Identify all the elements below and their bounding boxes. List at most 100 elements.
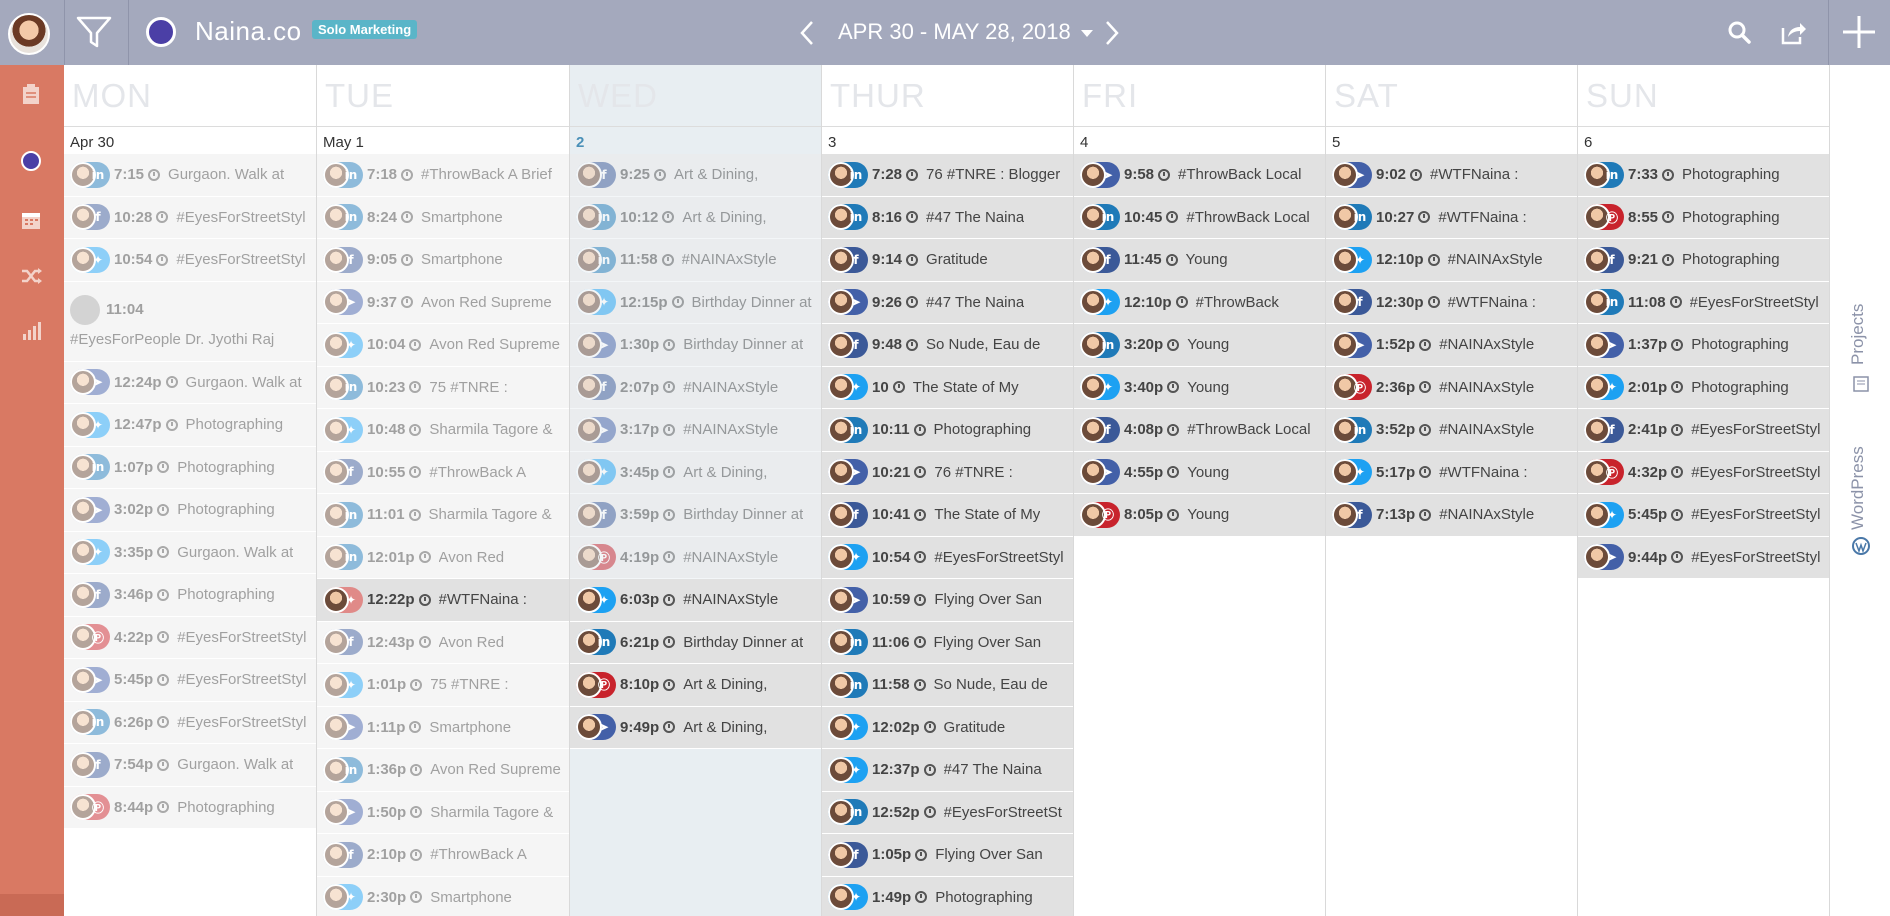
day-column-tue[interactable]: TUE May 1 in 7:18 #ThrowBack A Brief in 8:24 Sm… xyxy=(317,65,570,916)
scheduled-post[interactable]: in 7:33 Photographing xyxy=(1578,154,1829,197)
scheduled-post[interactable]: ✦ 3:40p Young xyxy=(1074,366,1325,409)
wordpress-tab[interactable]: WordPress xyxy=(1836,365,1884,565)
scheduled-post[interactable]: in 7:28 76 #TNRE : Blogger xyxy=(822,154,1073,197)
scheduled-post[interactable]: ➤ 3:02p Photographing xyxy=(64,489,316,532)
scheduled-post[interactable]: Ⓟ 4:32p #EyesForStreetStyl xyxy=(1578,451,1829,494)
day-column-fri[interactable]: FRI 4 ➤ 9:58 #ThrowBack Local in 10:45 #ThrowBa… xyxy=(1074,65,1326,916)
scheduled-post[interactable]: f 7:13p #NAINAxStyle xyxy=(1326,494,1577,537)
scheduled-post[interactable]: f 7:54p Gurgaon. Walk at xyxy=(64,744,316,787)
scheduled-post[interactable]: ➤ 10:21 76 #TNRE : xyxy=(822,451,1073,494)
scheduled-post[interactable]: ➤ 9:26 #47 The Naina xyxy=(822,281,1073,324)
scheduled-post[interactable]: Ⓟ 2:36p #NAINAxStyle xyxy=(1326,366,1577,409)
brand-circle-icon[interactable] xyxy=(16,146,46,176)
help-tab[interactable] xyxy=(0,894,64,916)
scheduled-post[interactable]: in 8:24 Smartphone xyxy=(317,196,569,239)
scheduled-post[interactable]: in 11:58 #NAINAxStyle xyxy=(570,239,821,282)
day-column-mon[interactable]: MON Apr 30 in 7:15 Gurgaon. Walk at f 10:28 #Ey… xyxy=(64,65,317,916)
scheduled-post[interactable]: f 2:10p #ThrowBack A xyxy=(317,834,569,877)
scheduled-post[interactable]: in 6:21p Birthday Dinner at xyxy=(570,621,821,664)
scheduled-post[interactable]: ✦ 1:01p 75 #TNRE : xyxy=(317,664,569,707)
scheduled-post[interactable]: ➤ 4:55p Young xyxy=(1074,451,1325,494)
scheduled-post[interactable]: in 7:15 Gurgaon. Walk at xyxy=(64,154,316,197)
avatar[interactable] xyxy=(8,13,50,55)
scheduled-post[interactable]: ➤ 9:58 #ThrowBack Local xyxy=(1074,154,1325,197)
scheduled-post[interactable]: f 9:21 Photographing xyxy=(1578,239,1829,282)
scheduled-post[interactable]: in 11:06 Flying Over San xyxy=(822,621,1073,664)
scheduled-post[interactable]: ➤ 9:44p #EyesForStreetStyl xyxy=(1578,536,1829,579)
scheduled-post[interactable]: f 3:59p Birthday Dinner at xyxy=(570,494,821,537)
scheduled-post[interactable]: ✦ 12:10p #ThrowBack xyxy=(1074,281,1325,324)
filter-icon[interactable] xyxy=(74,14,114,50)
scheduled-post[interactable]: Ⓟ 8:05p Young xyxy=(1074,494,1325,537)
scheduled-post[interactable]: in 10:23 75 #TNRE : xyxy=(317,366,569,409)
scheduled-post[interactable]: in 7:18 #ThrowBack A Brief xyxy=(317,154,569,197)
scheduled-post[interactable]: ✦ 10:54 #EyesForStreetStyl xyxy=(64,239,316,282)
scheduled-post[interactable]: ➤ 1:37p Photographing xyxy=(1578,324,1829,367)
scheduled-post[interactable]: in 12:01p Avon Red xyxy=(317,536,569,579)
chevron-right-icon[interactable] xyxy=(1100,16,1124,50)
scheduled-post[interactable]: ✦ 1:49p Photographing xyxy=(822,876,1073,916)
scheduled-post[interactable]: Ⓟ 4:22p #EyesForStreetStyl xyxy=(64,616,316,659)
scheduled-post[interactable]: Ⓟ 8:10p Art & Dining, xyxy=(570,664,821,707)
scheduled-post[interactable]: in 11:08 #EyesForStreetStyl xyxy=(1578,281,1829,324)
scheduled-post[interactable]: Ⓟ 8:44p Photographing xyxy=(64,786,316,829)
scheduled-post[interactable]: ✦ 12:47p Photographing xyxy=(64,404,316,447)
scheduled-post[interactable]: ✦ 10:04 Avon Red Supreme xyxy=(317,324,569,367)
scheduled-post[interactable]: ✦ 10:48 Sharmila Tagore & xyxy=(317,409,569,452)
scheduled-post[interactable]: ✦ 12:10p #NAINAxStyle xyxy=(1326,239,1577,282)
scheduled-post[interactable]: f 10:41 The State of My xyxy=(822,494,1073,537)
scheduled-post[interactable]: in 11:01 Sharmila Tagore & xyxy=(317,494,569,537)
scheduled-post[interactable]: in 10:45 #ThrowBack Local xyxy=(1074,196,1325,239)
scheduled-post[interactable]: ➤ 5:45p #EyesForStreetStyl xyxy=(64,659,316,702)
scheduled-post[interactable]: ➤ 1:11p Smartphone xyxy=(317,706,569,749)
scheduled-post[interactable]: f 2:41p #EyesForStreetStyl xyxy=(1578,409,1829,452)
scheduled-post[interactable]: ✦ 10:54 #EyesForStreetStyl xyxy=(822,536,1073,579)
scheduled-post[interactable]: in 3:52p #NAINAxStyle xyxy=(1326,409,1577,452)
chevron-left-icon[interactable] xyxy=(795,16,819,50)
scheduled-post[interactable]: ✦ 12:37p #47 The Naina xyxy=(822,749,1073,792)
scheduled-post[interactable]: ➤ 9:49p Art & Dining, xyxy=(570,706,821,749)
scheduled-post[interactable]: in 10:11 Photographing xyxy=(822,409,1073,452)
scheduled-post[interactable]: f 10:28 #EyesForStreetStyl xyxy=(64,196,316,239)
scheduled-post[interactable]: f 9:25 Art & Dining, xyxy=(570,154,821,197)
scheduled-post[interactable]: ➤ 1:30p Birthday Dinner at xyxy=(570,324,821,367)
search-icon[interactable] xyxy=(1725,18,1755,48)
day-column-wed[interactable]: WED 2 f 9:25 Art & Dining, in 10:12 Art & Dinin… xyxy=(570,65,822,916)
scheduled-post[interactable]: ✦ 2:30p Smartphone xyxy=(317,876,569,916)
scheduled-post[interactable]: in 1:07p Photographing xyxy=(64,446,316,489)
scheduled-post[interactable]: ✦ 6:03p #NAINAxStyle xyxy=(570,579,821,622)
scheduled-post[interactable]: ✦ 3:35p Gurgaon. Walk at xyxy=(64,531,316,574)
scheduled-post[interactable]: ✦ 5:45p #EyesForStreetStyl xyxy=(1578,494,1829,537)
scheduled-post[interactable]: in 1:36p Avon Red Supreme xyxy=(317,749,569,792)
scheduled-post[interactable]: Ⓟ 8:55 Photographing xyxy=(1578,196,1829,239)
day-column-sun[interactable]: SUN 6 in 7:33 Photographing Ⓟ 8:55 Photographin… xyxy=(1578,65,1830,916)
scheduled-post[interactable]: ✦ 12:02p Gratitude xyxy=(822,706,1073,749)
scheduled-post[interactable]: in 11:58 So Nude, Eau de xyxy=(822,664,1073,707)
date-range-selector[interactable]: APR 30 - MAY 28, 2018 xyxy=(838,19,1093,45)
scheduled-post[interactable]: ➤ 3:17p #NAINAxStyle xyxy=(570,409,821,452)
bar-chart-icon[interactable] xyxy=(16,316,46,346)
scheduled-post[interactable]: ✦ 3:45p Art & Dining, xyxy=(570,451,821,494)
scheduled-post[interactable]: in 12:52p #EyesForStreetSt xyxy=(822,791,1073,834)
scheduled-post[interactable]: f 9:14 Gratitude xyxy=(822,239,1073,282)
scheduled-post[interactable]: in 6:26p #EyesForStreetStyl xyxy=(64,701,316,744)
scheduled-post[interactable]: f 10:55 #ThrowBack A xyxy=(317,451,569,494)
day-column-sat[interactable]: SAT 5 ➤ 9:02 #WTFNaina : in 10:27 #WTFNaina : ✦ 1… xyxy=(1326,65,1578,916)
scheduled-post[interactable]: 11:04 #EyesForPeople Dr. Jyothi Raj xyxy=(64,281,316,362)
share-icon[interactable] xyxy=(1778,18,1808,48)
scheduled-post[interactable]: in 3:20p Young xyxy=(1074,324,1325,367)
scheduled-post[interactable]: in 10:12 Art & Dining, xyxy=(570,196,821,239)
scheduled-post[interactable]: f 2:07p #NAINAxStyle xyxy=(570,366,821,409)
scheduled-post[interactable]: in 8:16 #47 The Naina xyxy=(822,196,1073,239)
scheduled-post[interactable]: ✦ 2:01p Photographing xyxy=(1578,366,1829,409)
scheduled-post[interactable]: f 9:48 So Nude, Eau de xyxy=(822,324,1073,367)
scheduled-post[interactable]: ✦ 12:22p #WTFNaina : xyxy=(317,579,569,622)
scheduled-post[interactable]: f 12:30p #WTFNaina : xyxy=(1326,281,1577,324)
scheduled-post[interactable]: ➤ 10:59 Flying Over San xyxy=(822,579,1073,622)
scheduled-post[interactable]: ➤ 9:37 Avon Red Supreme xyxy=(317,281,569,324)
add-icon[interactable] xyxy=(1828,0,1890,65)
scheduled-post[interactable]: ✦ 5:17p #WTFNaina : xyxy=(1326,451,1577,494)
scheduled-post[interactable]: Ⓟ 4:19p #NAINAxStyle xyxy=(570,536,821,579)
day-column-thur[interactable]: THUR 3 in 7:28 76 #TNRE : Blogger in 8:16 #47 T… xyxy=(822,65,1074,916)
scheduled-post[interactable]: ➤ 9:02 #WTFNaina : xyxy=(1326,154,1577,197)
